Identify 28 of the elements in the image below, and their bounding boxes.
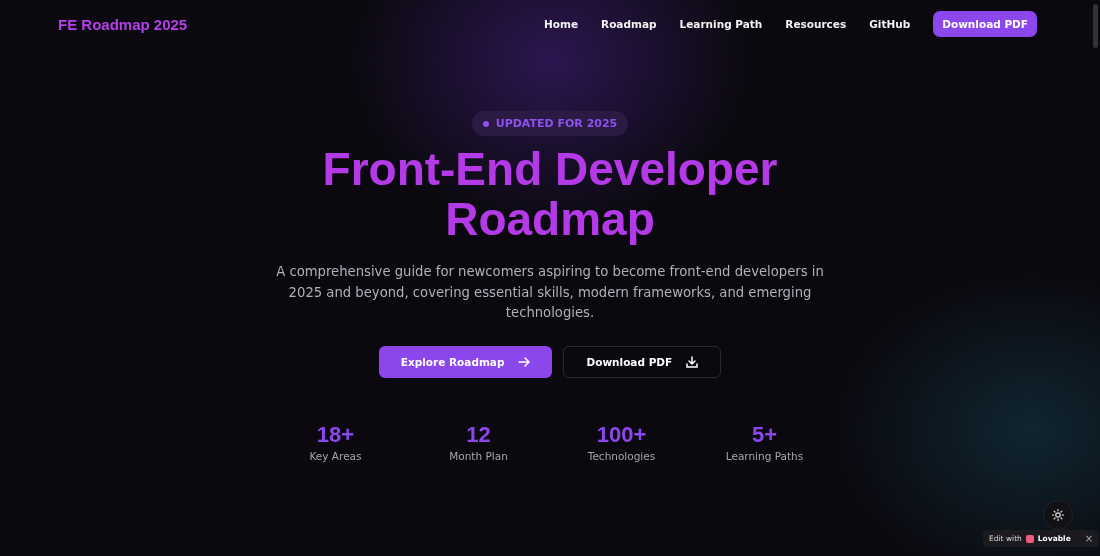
download-button[interactable]: Download PDF bbox=[933, 11, 1037, 37]
hero-title: Roadmap bbox=[445, 194, 655, 244]
stat-label: Month Plan bbox=[449, 449, 508, 462]
stat-label: Technologies bbox=[587, 449, 656, 462]
nav-link[interactable]: Home bbox=[543, 18, 579, 30]
logo-icon bbox=[1025, 534, 1034, 543]
download-icon bbox=[686, 355, 699, 368]
stat-label: Key Areas bbox=[309, 449, 362, 462]
download-button[interactable]: Download PDF bbox=[563, 345, 722, 378]
nav-link[interactable]: GitHub bbox=[869, 18, 911, 30]
site-logo[interactable]: FE Roadmap 2025 bbox=[58, 15, 188, 33]
nav-link[interactable]: Resources bbox=[785, 18, 847, 30]
close-button[interactable]: × bbox=[1084, 533, 1094, 544]
stat-value: 5+ bbox=[751, 421, 778, 448]
hero-description: A comprehensive guide for newcomers aspiring to become front-end developers in 2025 and beyond, covering essential skills, modern frameworks, and emerging technologies. bbox=[275, 263, 825, 322]
stat-value: 18+ bbox=[316, 421, 355, 448]
scrollbar[interactable] bbox=[1093, 4, 1098, 48]
hero-title: Front-End Developer bbox=[322, 144, 778, 194]
sun-icon bbox=[1052, 509, 1064, 521]
arrow-right-icon bbox=[518, 355, 531, 368]
nav-link[interactable]: Roadmap bbox=[601, 18, 657, 30]
stat-label: Learning Paths bbox=[725, 449, 804, 462]
nav-link[interactable]: Learning Path bbox=[679, 18, 763, 30]
stat-value: 100+ bbox=[596, 421, 647, 448]
explore-button[interactable]: Explore Roadmap bbox=[378, 345, 553, 378]
stat-value: 12 bbox=[466, 421, 491, 448]
update-badge: UPDATED FOR 2025 bbox=[471, 111, 629, 136]
theme-toggle-button[interactable] bbox=[1043, 500, 1073, 530]
